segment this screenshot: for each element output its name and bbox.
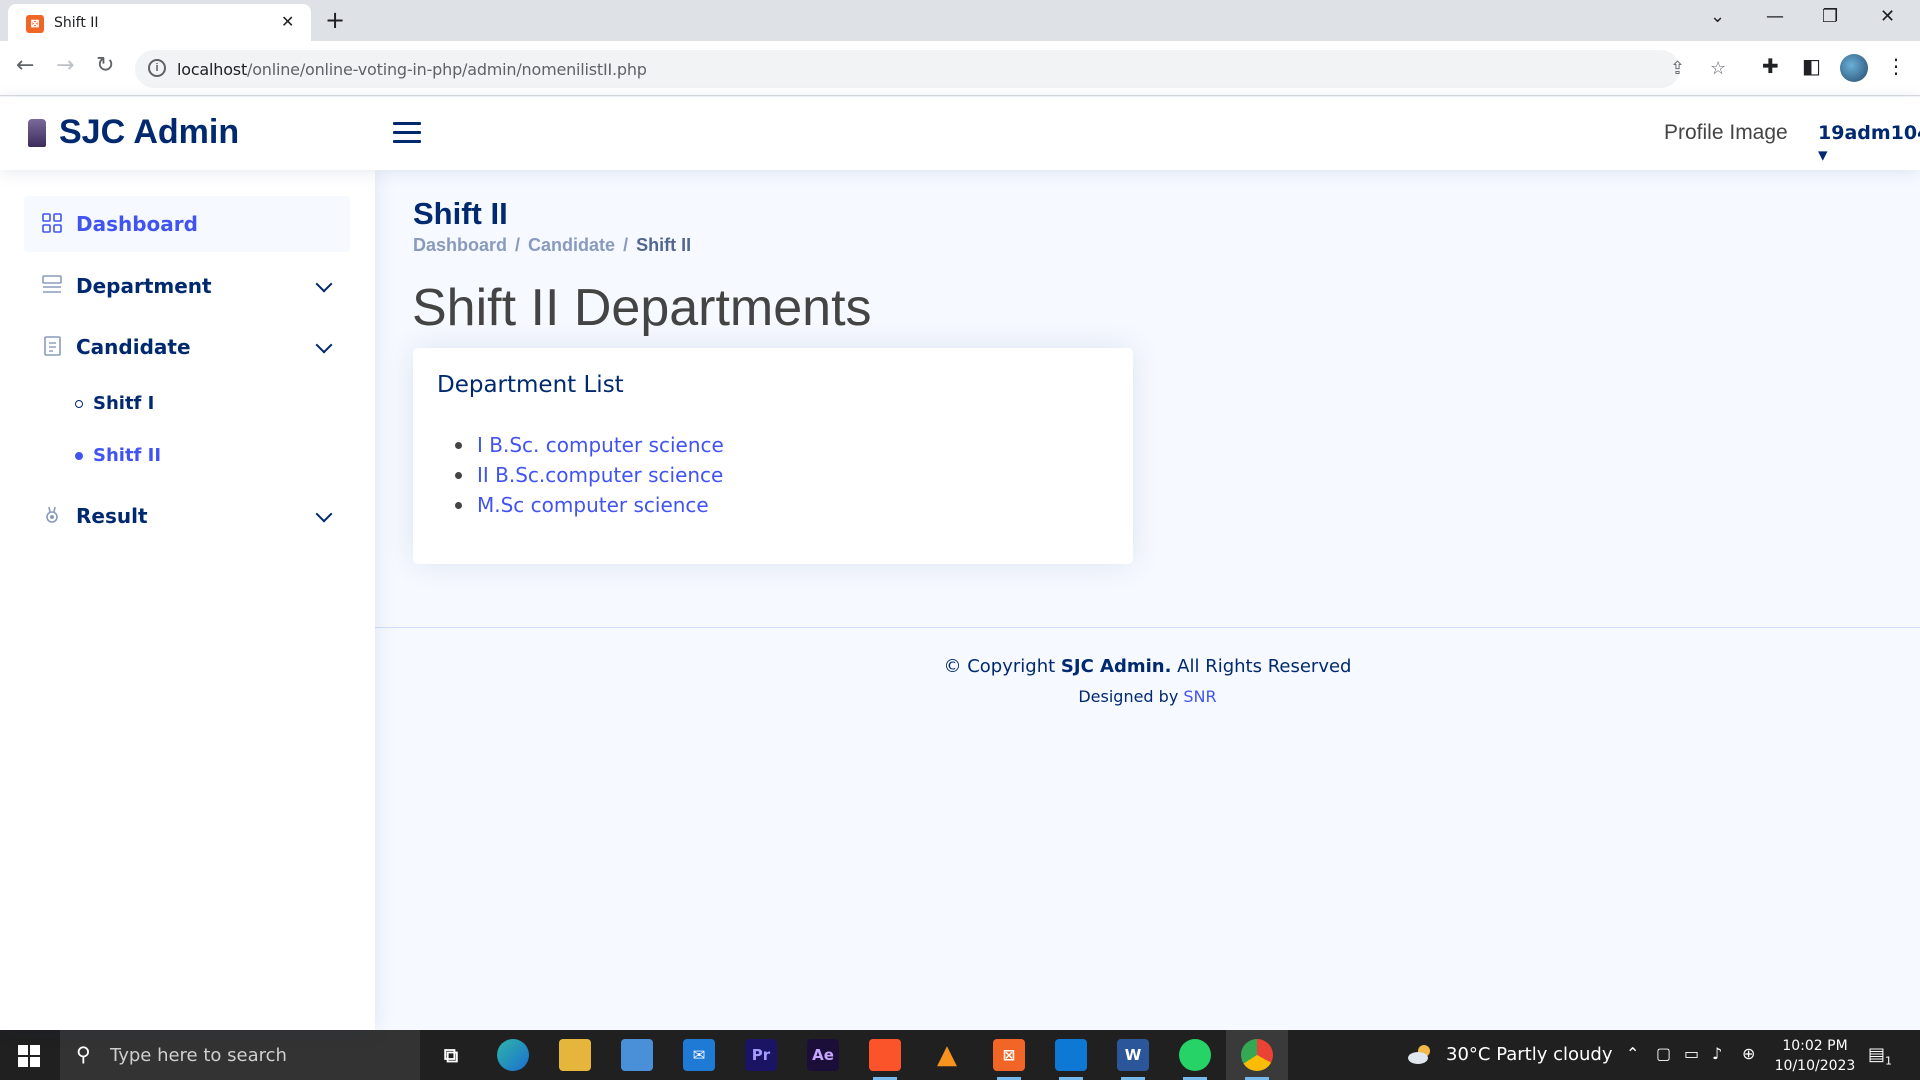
microsoft-store-icon[interactable] (621, 1039, 653, 1071)
sidebar-item-label: Result (76, 504, 148, 528)
site-info-icon[interactable]: i (148, 59, 166, 77)
browser-tab[interactable]: ⊠ Shift II ✕ (8, 4, 311, 41)
logo-icon (28, 119, 46, 147)
xampp-favicon-icon: ⊠ (26, 15, 44, 33)
toggle-sidebar-icon[interactable] (393, 122, 421, 144)
menu-button-icon (42, 275, 62, 293)
mail-icon[interactable]: ✉ (683, 1039, 715, 1071)
minimize-icon[interactable]: — (1766, 6, 1784, 27)
breadcrumb-current: Shift II (636, 235, 692, 255)
back-icon[interactable]: ← (16, 53, 34, 78)
sidebar: Dashboard Department Candidate Shitf I S… (0, 170, 375, 1030)
breadcrumb: Dashboard / Candidate / Shift II (413, 235, 692, 255)
credits: Designed by SNR (1078, 687, 1217, 706)
notification-icon[interactable]: ▤1 (1868, 1044, 1892, 1068)
department-link[interactable]: I B.Sc. computer science (453, 430, 724, 460)
extensions-icon[interactable]: ✚ (1762, 54, 1779, 78)
search-placeholder: Type here to search (110, 1045, 287, 1066)
sidebar-subitem-label: Shitf I (93, 393, 155, 414)
sidebar-item-label: Department (76, 274, 212, 298)
brand-logo-text[interactable]: SJC Admin (59, 113, 239, 152)
after-effects-icon[interactable]: Ae (807, 1039, 839, 1071)
sidebar-item-result[interactable]: Result (24, 488, 350, 544)
sidebar-item-label: Candidate (76, 335, 191, 359)
taskbar-search[interactable]: ⚲ Type here to search (60, 1030, 420, 1080)
file-explorer-icon[interactable] (559, 1039, 591, 1071)
network-icon[interactable]: ⊕ (1742, 1044, 1755, 1063)
bookmark-star-icon[interactable]: ☆ (1710, 58, 1726, 79)
profile-image[interactable]: Profile Image (1664, 121, 1788, 145)
browser-profile-avatar[interactable] (1840, 54, 1868, 82)
taskbar: ⚲ Type here to search ⧉ ✉ Pr Ae ▲ ⊠ W 30… (0, 1030, 1920, 1080)
battery-icon[interactable]: ▭ (1684, 1044, 1699, 1063)
page-title: Shift II (413, 196, 508, 231)
edge-icon[interactable] (497, 1039, 529, 1071)
sidebar-item-label: Dashboard (76, 212, 198, 236)
vlc-icon[interactable]: ▲ (931, 1039, 963, 1071)
footer: © Copyright SJC Admin. All Rights Reserv… (375, 627, 1920, 1030)
department-list: I B.Sc. computer science II B.Sc.compute… (453, 430, 724, 520)
chrome-icon[interactable] (1241, 1039, 1273, 1080)
window-close-icon[interactable]: ✕ (1880, 6, 1895, 27)
forward-icon[interactable]: → (56, 53, 74, 78)
side-panel-icon[interactable]: ◧ (1802, 54, 1821, 78)
new-tab-icon[interactable]: + (325, 6, 345, 34)
reload-icon[interactable]: ↻ (96, 53, 114, 78)
tab-title: Shift II (54, 15, 99, 31)
sidebar-item-dashboard[interactable]: Dashboard (24, 196, 350, 252)
search-icon: ⚲ (76, 1042, 91, 1066)
show-hidden-icons-icon[interactable]: ⌃ (1626, 1044, 1639, 1063)
designer-link[interactable]: SNR (1183, 687, 1216, 706)
journal-text-icon (44, 336, 61, 356)
app-header: SJC Admin Profile Image 19adm104 ▾ (0, 97, 1920, 170)
section-title: Shift II Departments (412, 279, 872, 337)
grid-icon (42, 213, 62, 233)
sidebar-item-candidate[interactable]: Candidate (24, 319, 350, 375)
department-link[interactable]: M.Sc computer science (453, 490, 724, 520)
restore-icon[interactable]: ❐ (1822, 6, 1838, 27)
address-bar[interactable]: i localhost/online/online-voting-in-php/… (135, 50, 1726, 88)
vscode-icon[interactable] (1055, 1039, 1087, 1080)
url-text[interactable]: localhost/online/online-voting-in-php/ad… (177, 60, 647, 79)
circle-icon (75, 400, 83, 408)
share-icon[interactable]: ⇪ (1670, 58, 1685, 79)
award-icon (46, 506, 58, 523)
chevron-down-icon (315, 505, 333, 523)
weather-text[interactable]: 30°C Partly cloudy (1446, 1044, 1613, 1065)
volume-icon[interactable]: ♪ (1712, 1044, 1722, 1063)
taskbar-clock[interactable]: 10:02 PM 10/10/2023 (1770, 1036, 1860, 1076)
chevron-down-icon (315, 275, 333, 293)
breadcrumb-dashboard[interactable]: Dashboard (413, 235, 507, 255)
premiere-pro-icon[interactable]: Pr (745, 1039, 777, 1071)
department-card: Department List I B.Sc. computer science… (413, 348, 1133, 564)
word-icon[interactable]: W (1117, 1039, 1149, 1080)
windows-start-icon[interactable] (18, 1045, 40, 1067)
department-link[interactable]: II B.Sc.computer science (453, 460, 724, 490)
card-title: Department List (437, 372, 624, 398)
whatsapp-icon[interactable] (1179, 1039, 1211, 1080)
chevron-down-icon (315, 336, 333, 354)
sidebar-item-department[interactable]: Department (24, 258, 350, 314)
breadcrumb-candidate[interactable]: Candidate (528, 235, 615, 255)
browser-tabstrip: ⊠ Shift II ✕ + ⌄ — ❐ ✕ (0, 0, 1920, 41)
tab-search-icon[interactable]: ⌄ (1710, 6, 1725, 27)
brave-icon[interactable] (869, 1039, 901, 1080)
circle-icon (75, 452, 83, 460)
tab-close-icon[interactable]: ✕ (281, 12, 294, 31)
xampp-icon[interactable]: ⊠ (993, 1039, 1025, 1080)
sidebar-subitem-label: Shitf II (93, 445, 162, 466)
meet-now-icon[interactable]: ▢ (1656, 1044, 1671, 1063)
profile-dropdown[interactable]: 19adm104 ▾ (1818, 122, 1920, 166)
copyright: © Copyright SJC Admin. All Rights Reserv… (943, 656, 1352, 677)
task-view-icon[interactable]: ⧉ (435, 1039, 467, 1071)
browser-menu-icon[interactable]: ⋮ (1886, 54, 1906, 78)
partly-cloudy-icon (1408, 1045, 1430, 1064)
browser-toolbar: ← → ↻ i localhost/online/online-voting-i… (0, 41, 1920, 96)
